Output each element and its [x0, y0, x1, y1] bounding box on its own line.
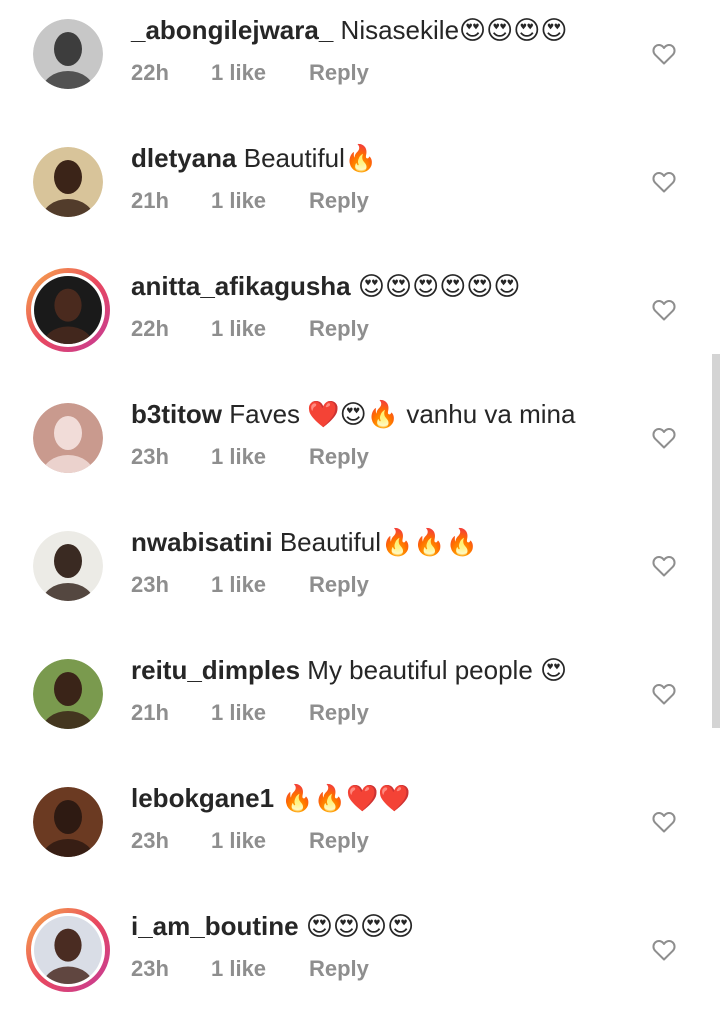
comment-text-line: lebokgane1 🔥🔥❤️❤️	[131, 781, 411, 815]
reply-button[interactable]: Reply	[309, 698, 369, 728]
comment-text-line: nwabisatini Beautiful🔥🔥🔥	[131, 525, 478, 559]
heart-outline-icon[interactable]	[652, 555, 676, 577]
heart-outline-icon[interactable]	[652, 683, 676, 705]
comment-time: 23h	[131, 956, 169, 981]
comment-username[interactable]: reitu_dimples	[131, 655, 300, 685]
comment-body: Nisasekile😍😍😍😍	[340, 15, 568, 45]
comment-likes[interactable]: 1 like	[211, 442, 309, 472]
comment-likes[interactable]: 1 like	[211, 698, 309, 728]
avatar[interactable]	[33, 787, 103, 857]
comment-row: nwabisatini Beautiful🔥🔥🔥 23h 1 like Reply	[0, 512, 720, 640]
comment-username[interactable]: lebokgane1	[131, 783, 274, 813]
comment-likes[interactable]: 1 like	[211, 58, 309, 88]
reply-button[interactable]: Reply	[309, 442, 369, 472]
comment-time: 21h	[131, 188, 169, 213]
comment-row: reitu_dimples My beautiful people 😍 21h 1 …	[0, 640, 720, 768]
comment-likes[interactable]: 1 like	[211, 954, 309, 984]
comment-username[interactable]: nwabisatini	[131, 527, 273, 557]
comment-meta: 23h 1 like Reply	[131, 954, 369, 984]
comment-username[interactable]: i_am_boutine	[131, 911, 299, 941]
comment-row: anitta_afikagusha 😍😍😍😍😍😍 22h 1 like Reply	[0, 256, 720, 384]
heart-outline-icon[interactable]	[652, 171, 676, 193]
comment-meta: 21h 1 like Reply	[131, 186, 369, 216]
comment-body: 😍😍😍😍😍😍	[357, 271, 521, 301]
comment-time: 23h	[131, 572, 169, 597]
heart-outline-icon[interactable]	[652, 299, 676, 321]
comment-meta: 21h 1 like Reply	[131, 698, 369, 728]
comment-row: lebokgane1 🔥🔥❤️❤️ 23h 1 like Reply	[0, 768, 720, 896]
avatar[interactable]	[33, 147, 103, 217]
reply-button[interactable]: Reply	[309, 954, 369, 984]
heart-outline-icon[interactable]	[652, 811, 676, 833]
comment-time: 22h	[131, 316, 169, 341]
comment-body: My beautiful people 😍	[307, 655, 568, 685]
comment-likes[interactable]: 1 like	[211, 314, 309, 344]
comment-username[interactable]: anitta_afikagusha	[131, 271, 351, 301]
scrollbar[interactable]	[712, 354, 720, 728]
reply-button[interactable]: Reply	[309, 826, 369, 856]
comment-username[interactable]: b3titow	[131, 399, 222, 429]
comment-time: 21h	[131, 700, 169, 725]
comment-text-line: reitu_dimples My beautiful people 😍	[131, 653, 567, 687]
comment-likes[interactable]: 1 like	[211, 570, 309, 600]
avatar[interactable]	[33, 403, 103, 473]
comment-body: Beautiful🔥	[243, 143, 378, 173]
avatar[interactable]	[33, 659, 103, 729]
avatar[interactable]	[33, 531, 103, 601]
comment-body: 😍😍😍😍	[305, 911, 415, 941]
comment-text-line: _abongilejwara_ Nisasekile😍😍😍😍	[131, 13, 567, 47]
comment-time: 23h	[131, 444, 169, 469]
comment-body: 🔥🔥❤️❤️	[281, 783, 411, 813]
comment-text-line: dletyana Beautiful🔥	[131, 141, 377, 175]
comment-row: dletyana Beautiful🔥 21h 1 like Reply	[0, 128, 720, 256]
comment-text-line: anitta_afikagusha 😍😍😍😍😍😍	[131, 269, 521, 303]
comment-likes[interactable]: 1 like	[211, 826, 309, 856]
comment-meta: 22h 1 like Reply	[131, 314, 369, 344]
reply-button[interactable]: Reply	[309, 570, 369, 600]
comment-time: 22h	[131, 60, 169, 85]
reply-button[interactable]: Reply	[309, 58, 369, 88]
comment-meta: 23h 1 like Reply	[131, 442, 369, 472]
heart-outline-icon[interactable]	[652, 43, 676, 65]
comment-username[interactable]: _abongilejwara_	[131, 15, 333, 45]
reply-button[interactable]: Reply	[309, 186, 369, 216]
heart-outline-icon[interactable]	[652, 939, 676, 961]
comment-username[interactable]: dletyana	[131, 143, 237, 173]
comment-row: b3titow Faves ❤️😍🔥 vanhu va mina 23h 1 lik…	[0, 384, 720, 512]
avatar-with-story-ring[interactable]	[26, 268, 110, 352]
comment-body: Faves ❤️😍🔥 vanhu va mina	[229, 399, 576, 429]
comment-text-line: i_am_boutine 😍😍😍😍	[131, 909, 414, 943]
comment-meta: 23h 1 like Reply	[131, 570, 369, 600]
comment-meta: 22h 1 like Reply	[131, 58, 369, 88]
comment-meta: 23h 1 like Reply	[131, 826, 369, 856]
comment-body: Beautiful🔥🔥🔥	[279, 527, 479, 557]
comment-row: i_am_boutine 😍😍😍😍 23h 1 like Reply	[0, 896, 720, 1024]
reply-button[interactable]: Reply	[309, 314, 369, 344]
comment-text-line: b3titow Faves ❤️😍🔥 vanhu va mina	[131, 397, 575, 431]
avatar[interactable]	[33, 19, 103, 89]
comment-time: 23h	[131, 828, 169, 853]
comment-row: _abongilejwara_ Nisasekile😍😍😍😍 22h 1 like R…	[0, 0, 720, 128]
heart-outline-icon[interactable]	[652, 427, 676, 449]
avatar-with-story-ring[interactable]	[26, 908, 110, 992]
comment-likes[interactable]: 1 like	[211, 186, 309, 216]
